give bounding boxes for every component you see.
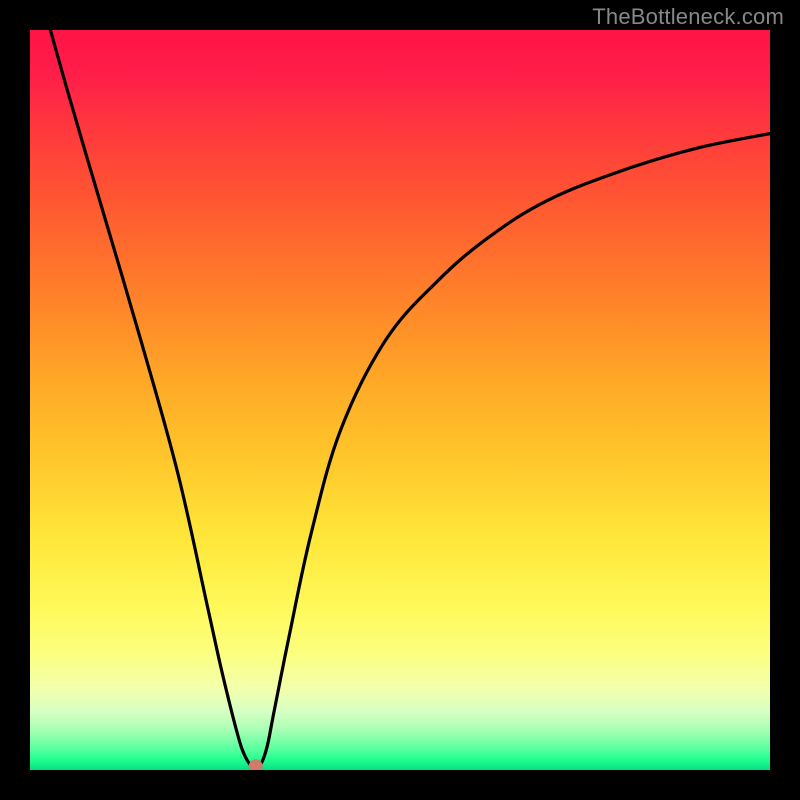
watermark-text: TheBottleneck.com <box>592 4 784 30</box>
chart-frame: TheBottleneck.com <box>0 0 800 800</box>
bottleneck-curve <box>30 30 770 768</box>
plot-area <box>30 30 770 770</box>
optimal-point-marker <box>249 759 263 770</box>
chart-svg <box>30 30 770 770</box>
